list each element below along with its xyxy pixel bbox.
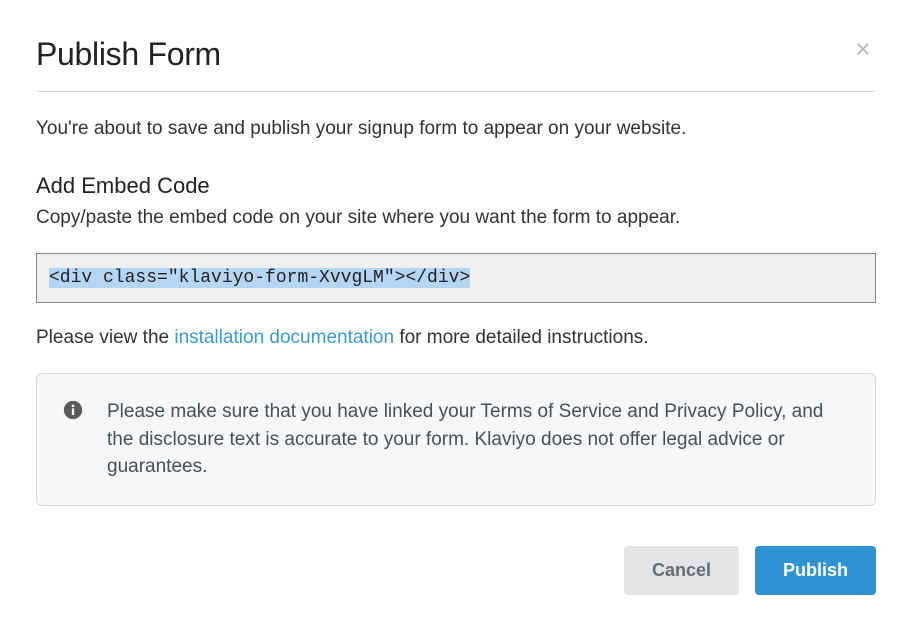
modal-header: Publish Form (36, 36, 876, 92)
cancel-button[interactable]: Cancel (624, 546, 739, 595)
modal-title: Publish Form (36, 36, 221, 73)
embed-heading: Add Embed Code (36, 173, 876, 199)
help-text: Please view the installation documentati… (36, 327, 876, 349)
embed-description: Copy/paste the embed code on your site w… (36, 205, 876, 232)
publish-button[interactable]: Publish (755, 546, 876, 595)
close-icon (854, 40, 872, 58)
info-callout: Please make sure that you have linked yo… (36, 373, 876, 506)
embed-code-box[interactable]: <div class="klaviyo-form-XvvgLM"></div> (36, 253, 876, 303)
button-row: Cancel Publish (36, 546, 876, 595)
intro-text: You're about to save and publish your si… (36, 116, 876, 143)
callout-text: Please make sure that you have linked yo… (107, 398, 849, 481)
installation-docs-link[interactable]: installation documentation (174, 327, 394, 348)
help-prefix: Please view the (36, 327, 174, 348)
info-icon-wrap (63, 398, 83, 481)
embed-code[interactable]: <div class="klaviyo-form-XvvgLM"></div> (49, 268, 470, 288)
info-icon (63, 400, 83, 420)
close-button[interactable] (850, 36, 876, 62)
help-suffix: for more detailed instructions. (394, 327, 649, 348)
publish-form-modal: Publish Form You're about to save and pu… (0, 0, 912, 631)
